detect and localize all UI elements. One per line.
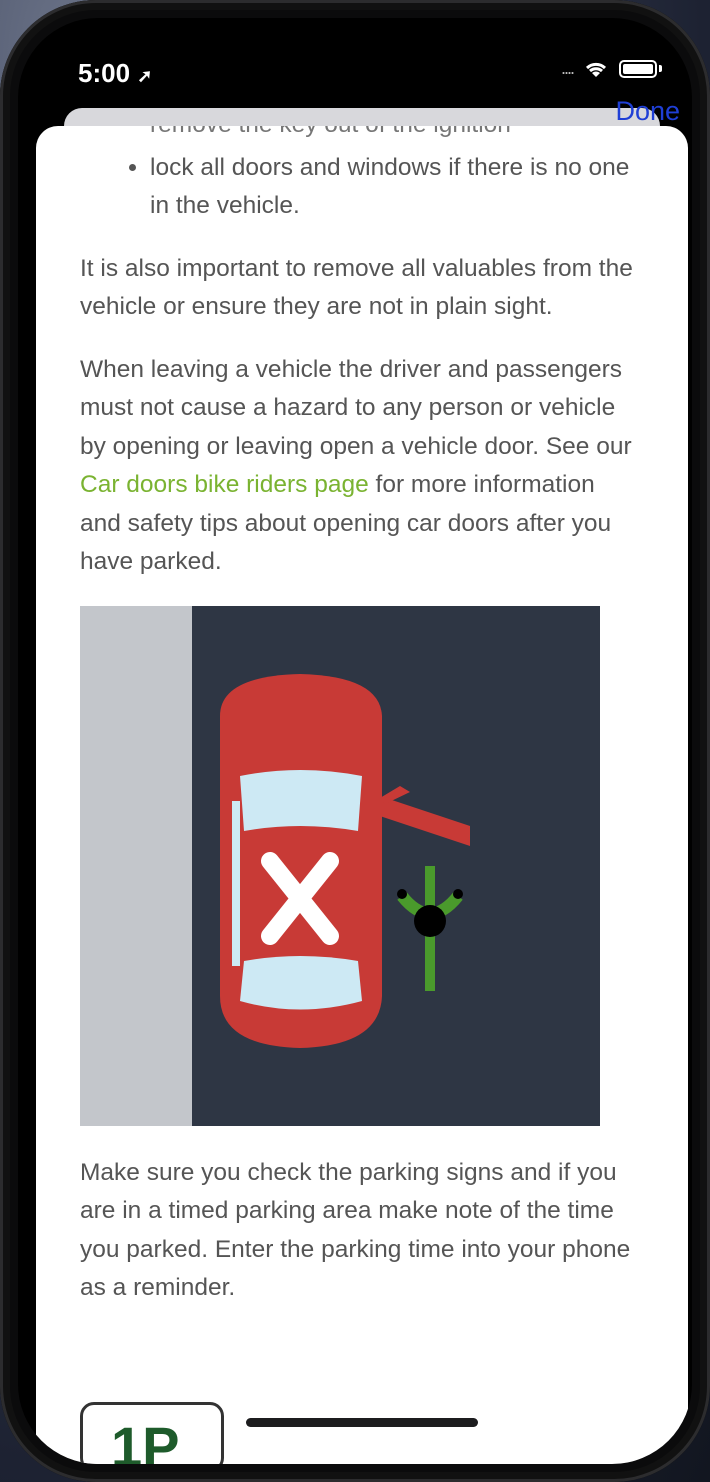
- wifi-icon: [585, 62, 607, 77]
- notch: [184, 18, 560, 84]
- cyclist-head: [414, 904, 446, 937]
- article-content: remove the key out of the ignition lock …: [80, 126, 640, 1332]
- status-icons: ....: [561, 58, 662, 79]
- paragraph-car-doors: When leaving a vehicle the driver and pa…: [80, 355, 632, 576]
- rear-window: [240, 955, 362, 1009]
- battery-icon: [619, 59, 657, 78]
- cut-off-line: remove the key out of the ignition: [150, 126, 640, 145]
- car-door-cyclist-illustration: [80, 605, 600, 1126]
- screen: 5:00 ➚ .... remove the key out of the ig…: [18, 18, 692, 1464]
- parking-sign-image: 1P: [80, 1402, 224, 1464]
- right-hand: [453, 888, 463, 899]
- footpath: [80, 605, 192, 1126]
- status-time: 5:00 ➚: [78, 58, 153, 88]
- tips-list: lock all doors and windows if there is n…: [80, 149, 640, 226]
- done-button[interactable]: Done: [615, 96, 680, 127]
- location-arrow-icon: ➚: [137, 66, 153, 86]
- side-window-left: [232, 800, 240, 966]
- list-item: lock all doors and windows if there is n…: [150, 149, 640, 226]
- signal-dots-icon: ....: [560, 58, 575, 78]
- home-indicator[interactable]: [246, 1418, 478, 1427]
- car-doors-link[interactable]: Car doors bike riders page: [80, 471, 369, 498]
- paragraph-valuables: It is also important to remove all valua…: [80, 254, 633, 321]
- windscreen: [240, 769, 362, 831]
- device-frame: 5:00 ➚ .... remove the key out of the ig…: [0, 0, 710, 1482]
- paragraph-parking: Make sure you check the parking signs an…: [80, 1158, 631, 1302]
- left-hand: [397, 888, 407, 899]
- content-sheet[interactable]: remove the key out of the ignition lock …: [36, 126, 688, 1464]
